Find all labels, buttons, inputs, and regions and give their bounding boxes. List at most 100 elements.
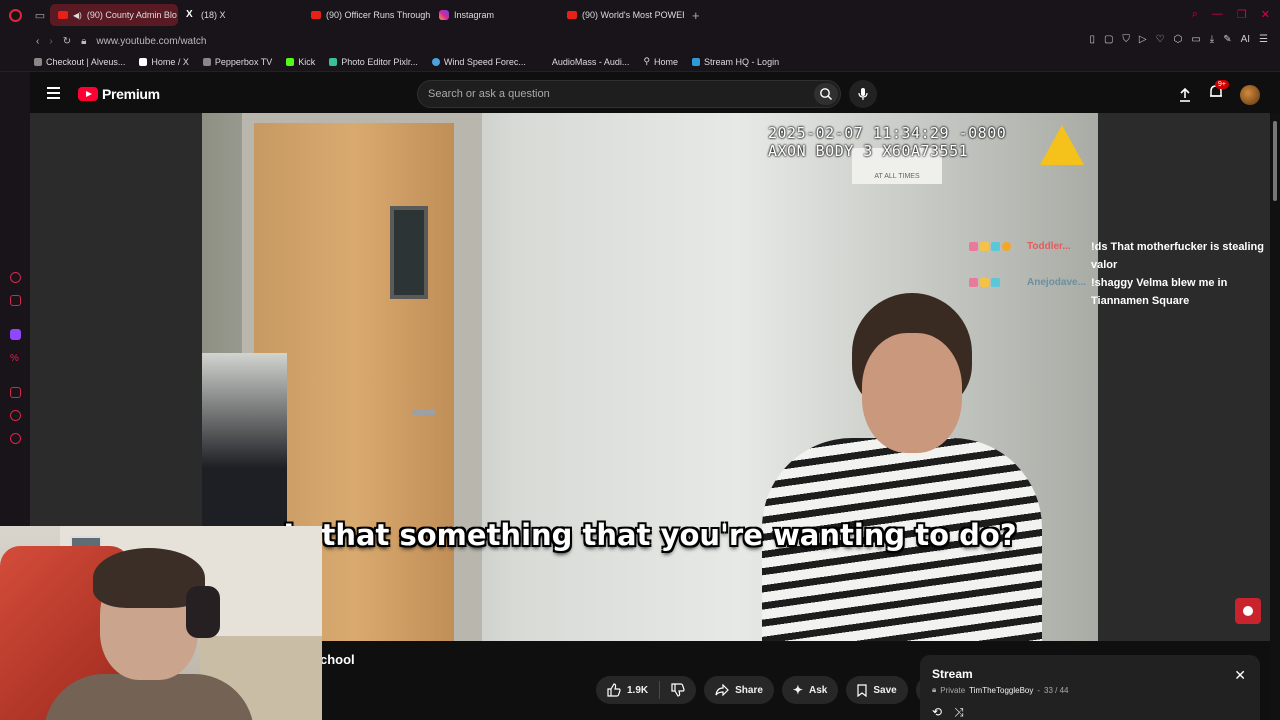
loop-icon[interactable]: ⟲ [932,705,942,720]
timestamp-line: 2025-02-07 11:34:29 -0800 [768,124,1007,142]
video-actions: 1.9K Share ✦ Ask Save ••• [596,676,944,704]
badge-icon [991,278,1000,287]
like-dislike-group: 1.9K [596,676,697,704]
share-label: Share [735,684,763,696]
shield-icon[interactable]: ⛉ [1122,34,1130,45]
notifications-button[interactable]: 9+ [1208,80,1229,105]
play-icon[interactable]: ▷ [1139,34,1147,45]
badge-icon [980,242,989,251]
bookmark-item[interactable]: Stream HQ - Login [692,57,779,67]
save-label: Save [873,684,897,696]
dislike-button[interactable] [660,676,696,704]
search-input[interactable]: Search or ask a question [417,80,841,108]
extensions-icon[interactable]: ⬡ [1174,34,1183,45]
share-button[interactable]: Share [704,676,774,704]
playlist-owner[interactable]: TimTheToggleBoy [969,686,1033,695]
video-scene-door-handle [412,409,436,415]
tab-label: (90) World's Most POWERF [582,10,684,20]
bookmark-item[interactable]: Photo Editor Pixlr... [329,57,418,67]
bookmark-save-icon [857,683,867,697]
upload-icon[interactable] [1178,87,1192,103]
tab-officer-runs[interactable]: (90) Officer Runs Through [303,4,431,26]
heart-icon[interactable]: ♡ [1156,34,1165,45]
playlist-panel: Stream 🔒︎ Private TimTheToggleBoy - 33 /… [920,655,1260,720]
opera-logo-icon[interactable] [0,0,30,30]
bookmark-item[interactable]: Kick [286,57,315,67]
history-icon[interactable] [10,410,21,421]
music-icon[interactable] [10,295,21,306]
close-window-icon[interactable]: ✕ [1261,8,1270,21]
separator: - [1037,685,1041,695]
bookmark-label: Home / X [151,56,189,67]
ask-label: Ask [808,684,828,696]
tab-county-admin[interactable]: ◀) (90) County Admin Blo [50,4,178,26]
youtube-icon [567,11,577,19]
messenger-icon[interactable] [10,272,21,283]
pin-icon[interactable]: ✎ [1223,34,1231,45]
twitch-icon[interactable] [10,329,21,340]
video-player[interactable]: AT ALL TIMES 2025-02-07 11:34:29 -0800 A… [202,113,1098,641]
scroll-thumb[interactable] [1273,121,1277,201]
bookmark-item[interactable]: AudioMass - Audi... [552,57,630,67]
search-button[interactable] [814,83,838,105]
bookmark-favicon-icon [202,57,211,66]
settings-icon[interactable] [10,433,21,444]
minimize-icon[interactable]: — [1212,8,1223,21]
like-button[interactable]: 1.9K [596,676,659,704]
microphone-icon [858,88,868,100]
playlist-title[interactable]: Stream [932,667,1248,681]
save-button[interactable]: Save [846,676,908,704]
bookmark-item[interactable]: ⚲ Home [643,56,678,67]
wind-icon [431,57,440,66]
easy-setup-icon[interactable]: ☰ [1259,34,1268,45]
bookmark-favicon-icon [34,57,42,66]
location-pin-icon: ⚲ [643,56,651,66]
reload-icon[interactable]: ↻ [63,36,71,47]
tab-worlds-most-powerful[interactable]: (90) World's Most POWERF [559,4,684,26]
bookmark-label: AudioMass - Audi... [551,56,630,67]
streamer-webcam [0,526,322,720]
badge-icon [1002,242,1011,251]
bookmark-item[interactable]: Home / X [139,57,189,67]
search-tabs-icon[interactable]: ⌕ [1192,8,1198,21]
bookmark-item[interactable]: Pepperbox TV [202,57,272,67]
voice-search-button[interactable] [849,80,877,108]
notes-icon[interactable] [10,387,21,398]
playlist-controls: ⟲ ⤨ [932,705,964,720]
wallet-icon[interactable]: ▭ [1191,34,1200,45]
ask-button[interactable]: ✦ Ask [781,676,839,704]
lock-icon: 🔒︎ [932,685,937,694]
bookmark-item[interactable]: Checkout | Alveus... [34,57,125,67]
percent-icon[interactable]: % [10,353,21,364]
chat-message: Anejodave... !shaggy Velma blew me in Ti… [969,274,1279,310]
subscribe-watermark-icon[interactable] [1235,598,1261,624]
bookmark-item[interactable]: Wind Speed Forec... [431,56,526,67]
bodycam-timestamp: 2025-02-07 11:34:29 -0800 AXON BODY 3 X6… [768,124,1006,160]
axon-logo-icon [1040,125,1084,165]
ai-button[interactable]: AI [1241,34,1250,45]
tab-x[interactable]: X (18) X [178,4,303,26]
snapshot-icon[interactable]: ▢ [1104,34,1113,45]
shuffle-icon[interactable]: ⤨ [954,705,964,720]
page-scrollbar[interactable] [1270,113,1280,720]
tab-menu-icon[interactable]: ▭ [30,9,50,22]
avatar[interactable] [1240,84,1260,105]
header-actions: 9+ [1178,80,1260,105]
url-field[interactable]: www.youtube.com/watch [96,36,206,47]
youtube-logo[interactable]: Premium [78,86,160,102]
back-icon[interactable]: ‹ [36,36,39,47]
menu-icon[interactable] [47,87,60,102]
sparkle-icon: ✦ [792,683,803,697]
forward-icon[interactable]: › [49,36,52,47]
bookmark-icon[interactable]: ▯ [1089,34,1095,45]
new-tab-button[interactable]: + [684,8,708,23]
tab-instagram[interactable]: Instagram [431,4,559,26]
close-icon[interactable]: ✕ [1234,667,1246,684]
maximize-icon[interactable]: ❐ [1237,8,1247,21]
kick-icon [286,57,295,66]
bookmark-label: Wind Speed Forec... [443,56,526,67]
chat-message: Toddler... !ds That motherfucker is stea… [969,238,1279,274]
download-icon[interactable]: ⤓ [1210,34,1214,45]
pixlr-icon [329,57,338,66]
x-icon: X [186,9,193,20]
